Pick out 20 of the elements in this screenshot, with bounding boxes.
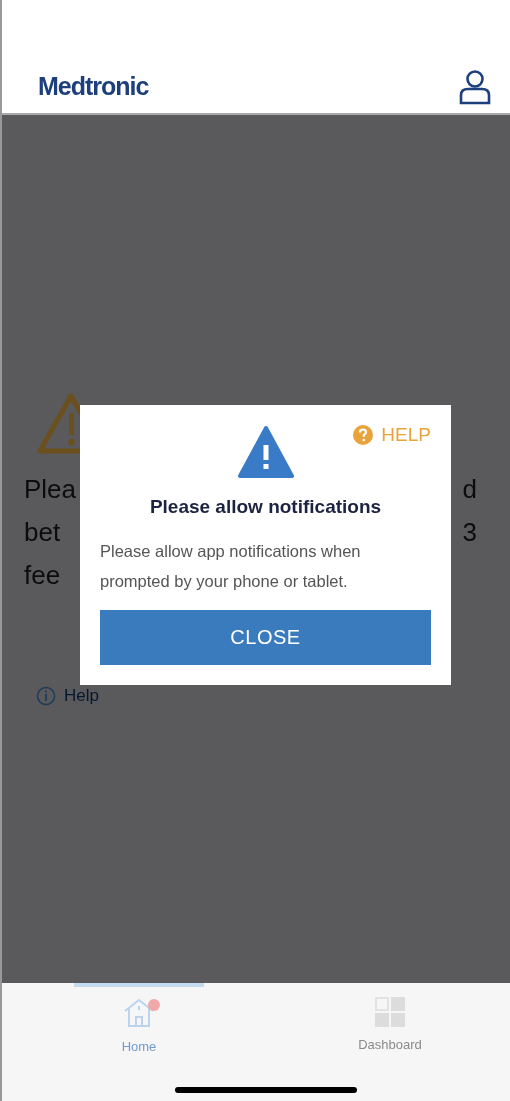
warning-icon <box>36 391 82 457</box>
tab-item[interactable]: Home <box>74 983 204 1101</box>
text-fragment: bet <box>24 516 61 549</box>
text-fragment: 3 <box>462 516 477 549</box>
tab-item[interactable]: Dashboard <box>325 983 455 1101</box>
grid-icon <box>375 997 405 1027</box>
info-icon <box>36 685 56 706</box>
text-fragment: Plea <box>24 473 77 506</box>
text-fragment: d <box>462 473 477 506</box>
help-icon <box>353 425 374 446</box>
text-fragment: fee <box>24 559 61 592</box>
logo: Medtronic <box>38 70 149 102</box>
dialog-message: Please allow app notifications when prompted by your phone or tablet. <box>100 540 362 592</box>
dialog-title: Please allow notifications <box>148 495 383 519</box>
close-button[interactable]: CLOSE <box>100 609 431 665</box>
help-link[interactable]: Help <box>36 683 99 709</box>
help-button[interactable]: HELP <box>353 421 431 450</box>
home-icon <box>122 997 156 1029</box>
account-button[interactable] <box>458 68 492 105</box>
warning-icon <box>237 425 294 479</box>
